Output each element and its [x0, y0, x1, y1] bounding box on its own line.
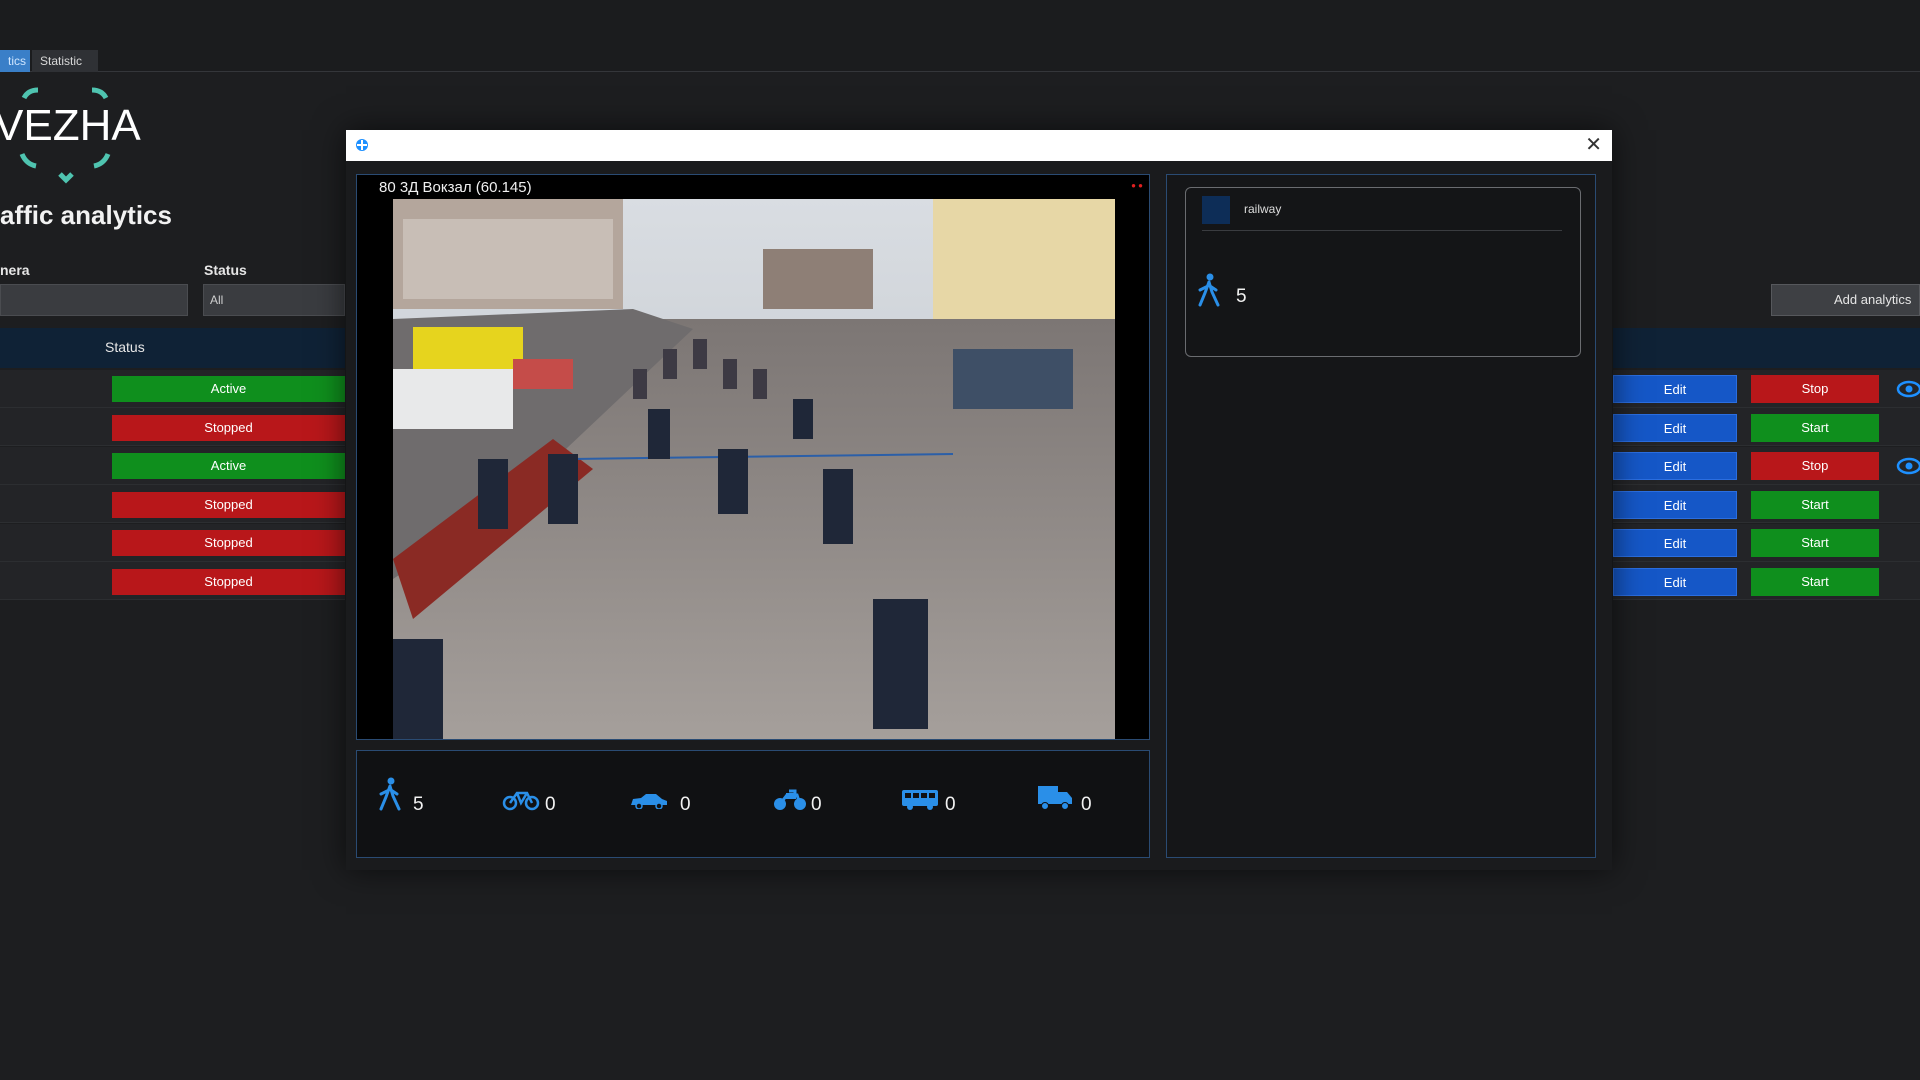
- top-bar: tics Statistic: [0, 0, 1920, 72]
- bicycle-icon: [502, 791, 540, 811]
- status-badge: Stopped: [112, 415, 345, 441]
- eye-icon[interactable]: [1893, 379, 1920, 399]
- camera-filter-input[interactable]: [0, 284, 188, 316]
- camera-view-dialog: ✕ 80 3Д Вокзал (60.145) ● ● 5 0 0 0 0 0 …: [346, 130, 1612, 870]
- app-icon: [356, 139, 368, 151]
- start-button[interactable]: Start: [1751, 568, 1879, 596]
- add-analytics-button[interactable]: Add analytics: [1771, 284, 1920, 316]
- status-badge: Active: [112, 453, 345, 479]
- status-column-header: Status: [105, 339, 145, 355]
- status-badge: Active: [112, 376, 345, 402]
- pedestrian-icon: [1198, 273, 1220, 307]
- edit-button[interactable]: Edit: [1613, 529, 1737, 557]
- bicycle-count: 0: [502, 777, 572, 817]
- video-panel: 80 3Д Вокзал (60.145) ● ●: [356, 174, 1150, 740]
- zones-panel: railway 5: [1166, 174, 1596, 858]
- edit-button[interactable]: Edit: [1613, 452, 1737, 480]
- close-icon[interactable]: ✕: [1585, 134, 1602, 156]
- car-count: 0: [629, 777, 699, 817]
- motorcycle-count: 0: [773, 777, 843, 817]
- pedestrian-count: 5: [377, 777, 447, 817]
- camera-video-feed[interactable]: [393, 199, 1115, 739]
- truck-icon: [1038, 786, 1072, 810]
- camera-filter-label: nera: [0, 262, 30, 278]
- tab-analytics[interactable]: tics: [0, 50, 30, 72]
- stop-button[interactable]: Stop: [1751, 452, 1879, 480]
- start-button[interactable]: Start: [1751, 491, 1879, 519]
- zone-color-swatch: [1202, 196, 1230, 224]
- start-button[interactable]: Start: [1751, 414, 1879, 442]
- vezha-logo: VEZHA: [0, 87, 141, 184]
- edit-button[interactable]: Edit: [1613, 568, 1737, 596]
- object-counts-panel: 5 0 0 0 0 0: [356, 750, 1150, 858]
- camera-title: 80 3Д Вокзал (60.145): [379, 179, 532, 196]
- edit-button[interactable]: Edit: [1613, 414, 1737, 442]
- zone-pedestrian-count: 5: [1236, 286, 1247, 307]
- eye-icon[interactable]: [1893, 456, 1920, 476]
- start-button[interactable]: Start: [1751, 529, 1879, 557]
- bus-count: 0: [901, 777, 971, 817]
- status-badge: Stopped: [112, 530, 345, 556]
- status-badge: Stopped: [112, 569, 345, 595]
- status-filter-select[interactable]: All: [203, 284, 345, 316]
- stop-button[interactable]: Stop: [1751, 375, 1879, 403]
- car-icon: [631, 794, 667, 809]
- table-header-left: Status: [0, 328, 345, 368]
- page-title: affic analytics: [0, 200, 172, 230]
- motorcycle-icon: [774, 789, 806, 810]
- edit-button[interactable]: Edit: [1613, 491, 1737, 519]
- table-header-right: [1613, 328, 1920, 368]
- status-filter-label: Status: [204, 262, 247, 278]
- status-badge: Stopped: [112, 492, 345, 518]
- pedestrian-icon: [379, 777, 401, 811]
- recording-indicator: ● ●: [1131, 181, 1143, 190]
- dialog-titlebar: ✕: [346, 130, 1612, 161]
- zone-name: railway: [1244, 202, 1282, 216]
- bus-icon: [902, 790, 938, 810]
- zone-card[interactable]: railway 5: [1185, 187, 1581, 357]
- edit-button[interactable]: Edit: [1613, 375, 1737, 403]
- divider: [1202, 230, 1562, 231]
- tab-statistic[interactable]: Statistic: [32, 50, 98, 72]
- truck-count: 0: [1037, 777, 1107, 817]
- svg-text:VEZHA: VEZHA: [0, 101, 141, 150]
